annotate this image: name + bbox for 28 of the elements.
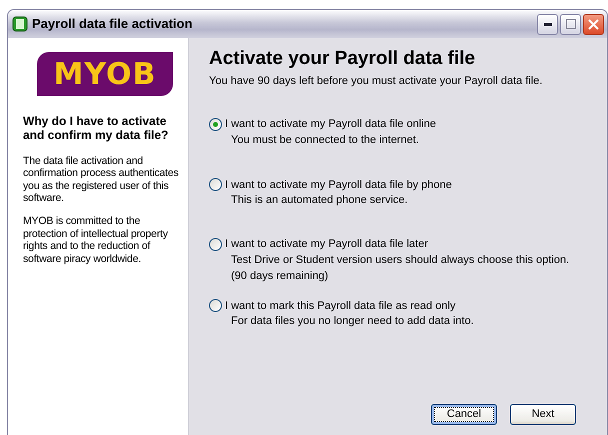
radio-button[interactable]: [209, 299, 222, 312]
dialog-button[interactable]: Next: [510, 404, 576, 425]
option-label[interactable]: I want to activate my Payroll data file by phone: [225, 176, 452, 194]
option-label[interactable]: I want to activate my Payroll data file online: [225, 116, 436, 133]
close-icon: [588, 18, 599, 30]
option-label[interactable]: I want to activate my Payroll data file later: [225, 236, 428, 253]
option-label[interactable]: I want to mark this Payroll data file as read only: [225, 298, 456, 314]
window-title: Payroll data file activation: [32, 15, 192, 34]
page-heading: Activate your Payroll data file: [209, 48, 476, 71]
subtitle-text: You have 90 days left before you must activate your Payroll data file.: [209, 74, 544, 89]
radio-button[interactable]: [209, 118, 222, 132]
option-description: For data files you no longer need to add data into.: [231, 314, 475, 330]
radio-button[interactable]: [209, 238, 222, 251]
radio-button[interactable]: [209, 178, 222, 192]
minimize-button[interactable]: [537, 14, 558, 34]
logo: MYOB: [37, 52, 173, 96]
option-description: Test Drive or Student version users should always choose this option.: [231, 252, 570, 268]
option-description: (90 days remaining): [231, 268, 330, 284]
sidebar-paragraph: The data file activation and confirmation process authenticates you as the registered user of this software.: [23, 154, 180, 205]
option-description: You must be connected to the internet.: [231, 132, 420, 148]
dialog-button[interactable]: Cancel: [431, 404, 497, 425]
maximize-icon: [566, 19, 576, 29]
sidebar-question: Why do I have to activate and confirm my data file?: [23, 115, 170, 143]
minimize-icon: [544, 22, 552, 26]
sidebar-paragraph: MYOB is committed to the protection of intellectual property rights and to the reduction of software piracy worldwide.: [23, 214, 169, 266]
option-description: This is an automated phone service.: [231, 193, 409, 208]
app-icon: [12, 16, 28, 32]
close-button[interactable]: [583, 14, 604, 34]
